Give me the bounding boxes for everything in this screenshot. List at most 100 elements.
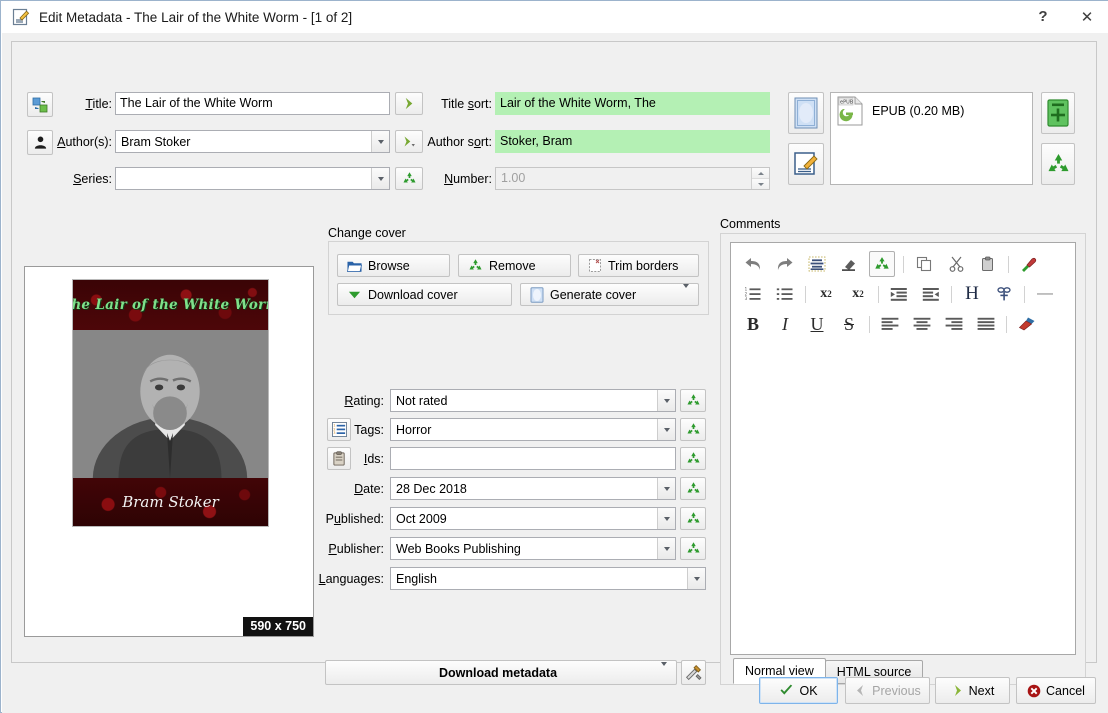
add-format-button[interactable] (1041, 92, 1075, 134)
strikethrough-icon[interactable]: S (837, 312, 861, 336)
publisher-label: Publisher: (328, 542, 384, 556)
title-input[interactable]: The Lair of the White Worm (115, 92, 390, 115)
italic-icon[interactable]: I (773, 312, 797, 336)
recycle-icon (687, 512, 699, 523)
previous-button[interactable]: Previous (845, 677, 930, 704)
tags-combo[interactable]: Horror (390, 418, 676, 441)
date-dropdown-arrow[interactable] (657, 478, 675, 499)
toolbar-separator (805, 285, 806, 303)
bold-icon[interactable]: B (741, 312, 765, 336)
format-list-item[interactable]: ePUB EPUB (0.20 MB) (831, 93, 1032, 129)
metadata-settings-button[interactable] (681, 660, 706, 685)
spinner-up[interactable] (752, 168, 769, 179)
close-button[interactable]: ✕ (1065, 1, 1108, 32)
align-right-icon[interactable] (942, 312, 966, 336)
title-bar: Edit Metadata - The Lair of the White Wo… (1, 1, 1108, 33)
cut-icon[interactable] (944, 252, 968, 276)
clear-published-button[interactable] (680, 507, 706, 530)
cover-image: The Lair of the White Worm (72, 279, 269, 527)
justify-icon[interactable] (974, 312, 998, 336)
paste-formatted-icon[interactable] (1017, 252, 1041, 276)
previous-label: Previous (872, 683, 921, 698)
align-center-icon[interactable] (910, 312, 934, 336)
authors-combo[interactable]: Bram Stoker (115, 130, 390, 153)
comments-group-label: Comments (720, 217, 781, 231)
toolbar-separator (1008, 255, 1009, 273)
authors-dropdown-arrow[interactable] (371, 131, 389, 152)
tags-dropdown-arrow[interactable] (657, 419, 675, 440)
align-left-icon[interactable] (878, 312, 902, 336)
indent-icon[interactable] (887, 282, 911, 306)
window-controls: ? ✕ (1021, 1, 1108, 33)
formats-list[interactable]: ePUB EPUB (0.20 MB) (830, 92, 1033, 185)
authors-label: Author(s): (57, 135, 112, 149)
published-combo[interactable]: Oct 2009 (390, 507, 676, 530)
remove-cover-button[interactable]: Remove (458, 254, 571, 277)
publisher-combo[interactable]: Web Books Publishing (390, 537, 676, 560)
series-number-spinner[interactable] (751, 168, 769, 189)
ids-input[interactable] (390, 447, 676, 470)
ok-button[interactable]: OK (759, 677, 838, 704)
trim-borders-button[interactable]: Trim borders (578, 254, 699, 277)
clear-tags-button[interactable] (680, 418, 706, 441)
horizontal-rule-icon[interactable]: — (1033, 282, 1057, 306)
toolbar-separator (903, 255, 904, 273)
outdent-icon[interactable] (919, 282, 943, 306)
title-sort-value: Lair of the White Worm, The (500, 96, 656, 111)
superscript-icon[interactable]: x2 (814, 282, 838, 306)
title-sort-input[interactable]: Lair of the White Worm, The (495, 92, 770, 115)
publisher-value: Web Books Publishing (396, 541, 521, 556)
next-button[interactable]: Next (935, 677, 1010, 704)
cover-author-band: Bram Stoker (73, 478, 268, 526)
toolbar-row-2: 1 2 3 x 2 x 2 H — (741, 279, 1065, 309)
rating-combo[interactable]: Not rated (390, 389, 676, 412)
comments-editor[interactable]: 1 2 3 x 2 x 2 H — B I U S (730, 242, 1076, 655)
series-dropdown-arrow[interactable] (371, 168, 389, 189)
cover-preview[interactable]: The Lair of the White Worm (24, 266, 314, 637)
subscript-icon[interactable]: x2 (846, 282, 870, 306)
clear-rating-button[interactable] (680, 389, 706, 412)
comments-text-area[interactable] (731, 347, 1075, 654)
undo-icon[interactable] (741, 252, 765, 276)
published-dropdown-arrow[interactable] (657, 508, 675, 529)
languages-dropdown-arrow[interactable] (687, 568, 705, 589)
heading-icon[interactable]: H (960, 282, 984, 306)
chevron-left-icon (857, 685, 864, 696)
generate-cover-button[interactable]: Generate cover (520, 283, 699, 306)
background-color-icon[interactable] (1015, 312, 1039, 336)
date-combo[interactable]: 28 Dec 2018 (390, 477, 676, 500)
help-button[interactable]: ? (1021, 1, 1065, 32)
browse-cover-button[interactable]: Browse (337, 254, 450, 277)
download-metadata-button[interactable]: Download metadata (325, 660, 677, 685)
author-sort-input[interactable]: Stoker, Bram (495, 130, 770, 153)
ok-label: OK (799, 683, 818, 698)
spinner-down[interactable] (752, 179, 769, 189)
swap-icon (32, 97, 48, 112)
clear-series-button[interactable] (395, 167, 423, 190)
clear-ids-button[interactable] (680, 447, 706, 470)
view-cover-button[interactable] (788, 92, 824, 134)
ordered-list-icon[interactable]: 1 2 3 (741, 282, 765, 306)
remove-formatting-icon[interactable] (805, 252, 829, 276)
recycle-icon[interactable] (869, 251, 895, 277)
edit-format-button[interactable] (788, 143, 824, 185)
clear-publisher-button[interactable] (680, 537, 706, 560)
generate-cover-dropdown-arrow[interactable] (683, 283, 689, 302)
unordered-list-icon[interactable] (773, 282, 797, 306)
copy-icon[interactable] (912, 252, 936, 276)
eraser-icon[interactable] (837, 252, 861, 276)
series-combo[interactable] (115, 167, 390, 190)
download-cover-button[interactable]: Download cover (337, 283, 512, 306)
download-metadata-dropdown-arrow[interactable] (661, 661, 667, 680)
insert-link-icon[interactable] (992, 282, 1016, 306)
next-label: Next (968, 683, 995, 698)
paste-icon[interactable] (976, 252, 1000, 276)
publisher-dropdown-arrow[interactable] (657, 538, 675, 559)
languages-combo[interactable]: English (390, 567, 706, 590)
redo-icon[interactable] (773, 252, 797, 276)
remove-format-button[interactable] (1041, 143, 1075, 185)
rating-dropdown-arrow[interactable] (657, 390, 675, 411)
clear-date-button[interactable] (680, 477, 706, 500)
underline-icon[interactable]: U (805, 312, 829, 336)
cancel-button[interactable]: Cancel (1016, 677, 1096, 704)
